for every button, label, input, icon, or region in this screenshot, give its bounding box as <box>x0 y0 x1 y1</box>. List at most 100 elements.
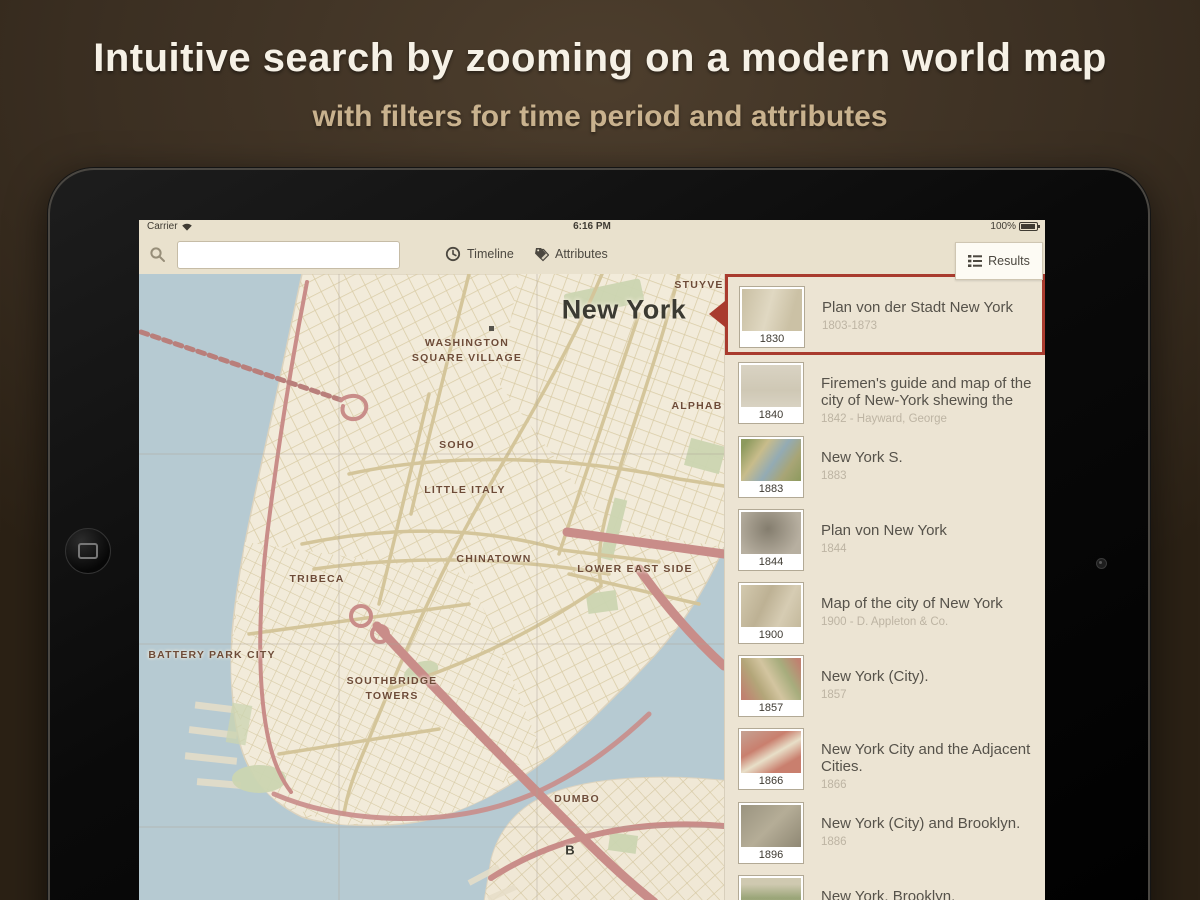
map-label-alphabet-city: ALPHAB <box>672 400 723 412</box>
thumbnail-year-label: 1900 <box>741 627 801 643</box>
result-text: New York S. 1883 <box>821 435 903 498</box>
thumbnail-map-image <box>741 439 801 481</box>
home-button[interactable] <box>65 528 111 574</box>
thumbnail-year-label: 1857 <box>741 700 801 716</box>
timeline-label: Timeline <box>467 247 514 261</box>
map-label-city: New York <box>562 295 687 326</box>
results-list[interactable]: 1830 Plan von der Stadt New York 1803-18… <box>725 274 1045 900</box>
result-thumbnail: 1883 <box>738 436 804 498</box>
thumbnail-map-image <box>741 731 801 773</box>
results-button[interactable]: Results <box>955 242 1043 280</box>
result-title: New York, Brooklyn. <box>821 888 955 900</box>
map-label-little-italy: LITTLE ITALY <box>424 484 505 496</box>
map-label-southbridge-towers: SOUTHBRIDGE TOWERS <box>347 674 438 704</box>
camera-icon <box>1096 558 1107 569</box>
result-item[interactable]: 1857 New York (City). 1857 <box>725 648 1045 721</box>
result-thumbnail: 1844 <box>738 509 804 571</box>
result-thumbnail <box>738 875 804 900</box>
result-title: New York (City) and Brooklyn. <box>821 815 1020 832</box>
result-text: Plan von der Stadt New York 1803-1873 <box>822 285 1013 348</box>
thumbnail-map-image <box>741 805 801 847</box>
thumbnail-year-label: 1866 <box>741 773 801 789</box>
result-subtitle: 1886 <box>821 836 1020 848</box>
result-item[interactable]: 1883 New York S. 1883 <box>725 429 1045 502</box>
result-subtitle: 1842 - Hayward, George <box>821 413 1037 425</box>
selected-result-pointer <box>709 301 725 327</box>
result-item[interactable]: 1840 Firemen's guide and map of the city… <box>725 355 1045 429</box>
result-title: New York S. <box>821 449 903 466</box>
result-subtitle: 1803-1873 <box>822 320 1013 332</box>
thumbnail-year-label: 1830 <box>742 331 802 347</box>
results-sidebar: 1830 Plan von der Stadt New York 1803-18… <box>724 274 1045 900</box>
marketing-subtitle: with filters for time period and attribu… <box>0 100 1200 134</box>
result-item[interactable]: 1866 New York City and the Adjacent Citi… <box>725 721 1045 795</box>
app-screen: Carrier 6:16 PM 100% <box>139 220 1045 900</box>
search-input[interactable] <box>177 241 400 269</box>
thumbnail-map-image <box>741 658 801 700</box>
result-title: Firemen's guide and map of the city of N… <box>821 375 1037 409</box>
home-button-icon <box>78 543 98 559</box>
result-thumbnail: 1857 <box>738 655 804 717</box>
page: Intuitive search by zooming on a modern … <box>0 0 1200 900</box>
result-text: New York, Brooklyn. <box>821 874 955 900</box>
result-item[interactable]: 1896 New York (City) and Brooklyn. 1886 <box>725 795 1045 868</box>
result-subtitle: 1857 <box>821 689 929 701</box>
result-text: Plan von New York 1844 <box>821 508 947 571</box>
result-thumbnail: 1896 <box>738 802 804 864</box>
result-subtitle: 1900 - D. Appleton & Co. <box>821 616 1003 628</box>
results-label: Results <box>988 254 1030 268</box>
attributes-button[interactable]: Attributes <box>531 234 608 274</box>
attributes-label: Attributes <box>555 247 608 261</box>
map-label-soho: SOHO <box>439 439 475 451</box>
result-title: Map of the city of New York <box>821 595 1003 612</box>
map-label-dumbo: DUMBO <box>554 793 600 805</box>
map-label-stuyvesant: STUYVE <box>674 279 723 291</box>
result-text: Map of the city of New York 1900 - D. Ap… <box>821 581 1003 644</box>
thumbnail-year-label: 1896 <box>741 847 801 863</box>
thumbnail-year-label: 1844 <box>741 554 801 570</box>
result-text: New York (City). 1857 <box>821 654 929 717</box>
result-text: Firemen's guide and map of the city of N… <box>821 361 1037 425</box>
result-thumbnail: 1830 <box>739 286 805 348</box>
ipad-frame: Carrier 6:16 PM 100% <box>48 168 1150 900</box>
result-subtitle: 1883 <box>821 470 903 482</box>
status-bar: Carrier 6:16 PM 100% <box>139 220 1045 234</box>
map-marker-square <box>489 326 494 331</box>
result-item[interactable]: New York, Brooklyn. <box>725 868 1045 900</box>
battery-icon <box>1019 222 1038 231</box>
thumbnail-map-image <box>741 585 801 627</box>
clock-icon <box>445 246 461 262</box>
map-label-lower-east-side: LOWER EAST SIDE <box>577 563 692 575</box>
timeline-button[interactable]: Timeline <box>445 234 514 274</box>
thumbnail-map-image <box>741 512 801 554</box>
result-thumbnail: 1900 <box>738 582 804 644</box>
map-label-bridge-b: B <box>565 843 574 858</box>
result-thumbnail: 1866 <box>738 728 804 790</box>
battery-percent: 100% <box>990 221 1016 232</box>
list-icon <box>968 255 982 267</box>
result-title: Plan von New York <box>821 522 947 539</box>
tags-icon <box>531 247 549 262</box>
search-icon <box>149 246 166 263</box>
marketing-title: Intuitive search by zooming on a modern … <box>0 36 1200 81</box>
thumbnail-year-label: 1883 <box>741 481 801 497</box>
toolbar: Timeline Attributes <box>139 234 1045 274</box>
result-item[interactable]: 1900 Map of the city of New York 1900 - … <box>725 575 1045 648</box>
thumbnail-map-image <box>741 878 801 900</box>
result-subtitle: 1866 <box>821 779 1037 791</box>
result-item[interactable]: 1844 Plan von New York 1844 <box>725 502 1045 575</box>
thumbnail-map-image <box>741 365 801 407</box>
map-label-chinatown: CHINATOWN <box>456 553 531 565</box>
result-title: New York City and the Adjacent Cities. <box>821 741 1037 775</box>
map-label-tribeca: TRIBECA <box>289 573 344 585</box>
result-text: New York (City) and Brooklyn. 1886 <box>821 801 1020 864</box>
result-item[interactable]: 1830 Plan von der Stadt New York 1803-18… <box>725 274 1045 355</box>
thumbnail-map-image <box>742 289 802 331</box>
result-subtitle: 1844 <box>821 543 947 555</box>
result-text: New York City and the Adjacent Cities. 1… <box>821 727 1037 791</box>
map-label-washington-square-village: WASHINGTON SQUARE VILLAGE <box>412 336 522 366</box>
result-title: New York (City). <box>821 668 929 685</box>
thumbnail-year-label: 1840 <box>741 407 801 423</box>
result-title: Plan von der Stadt New York <box>822 299 1013 316</box>
clock-time: 6:16 PM <box>139 221 1045 232</box>
